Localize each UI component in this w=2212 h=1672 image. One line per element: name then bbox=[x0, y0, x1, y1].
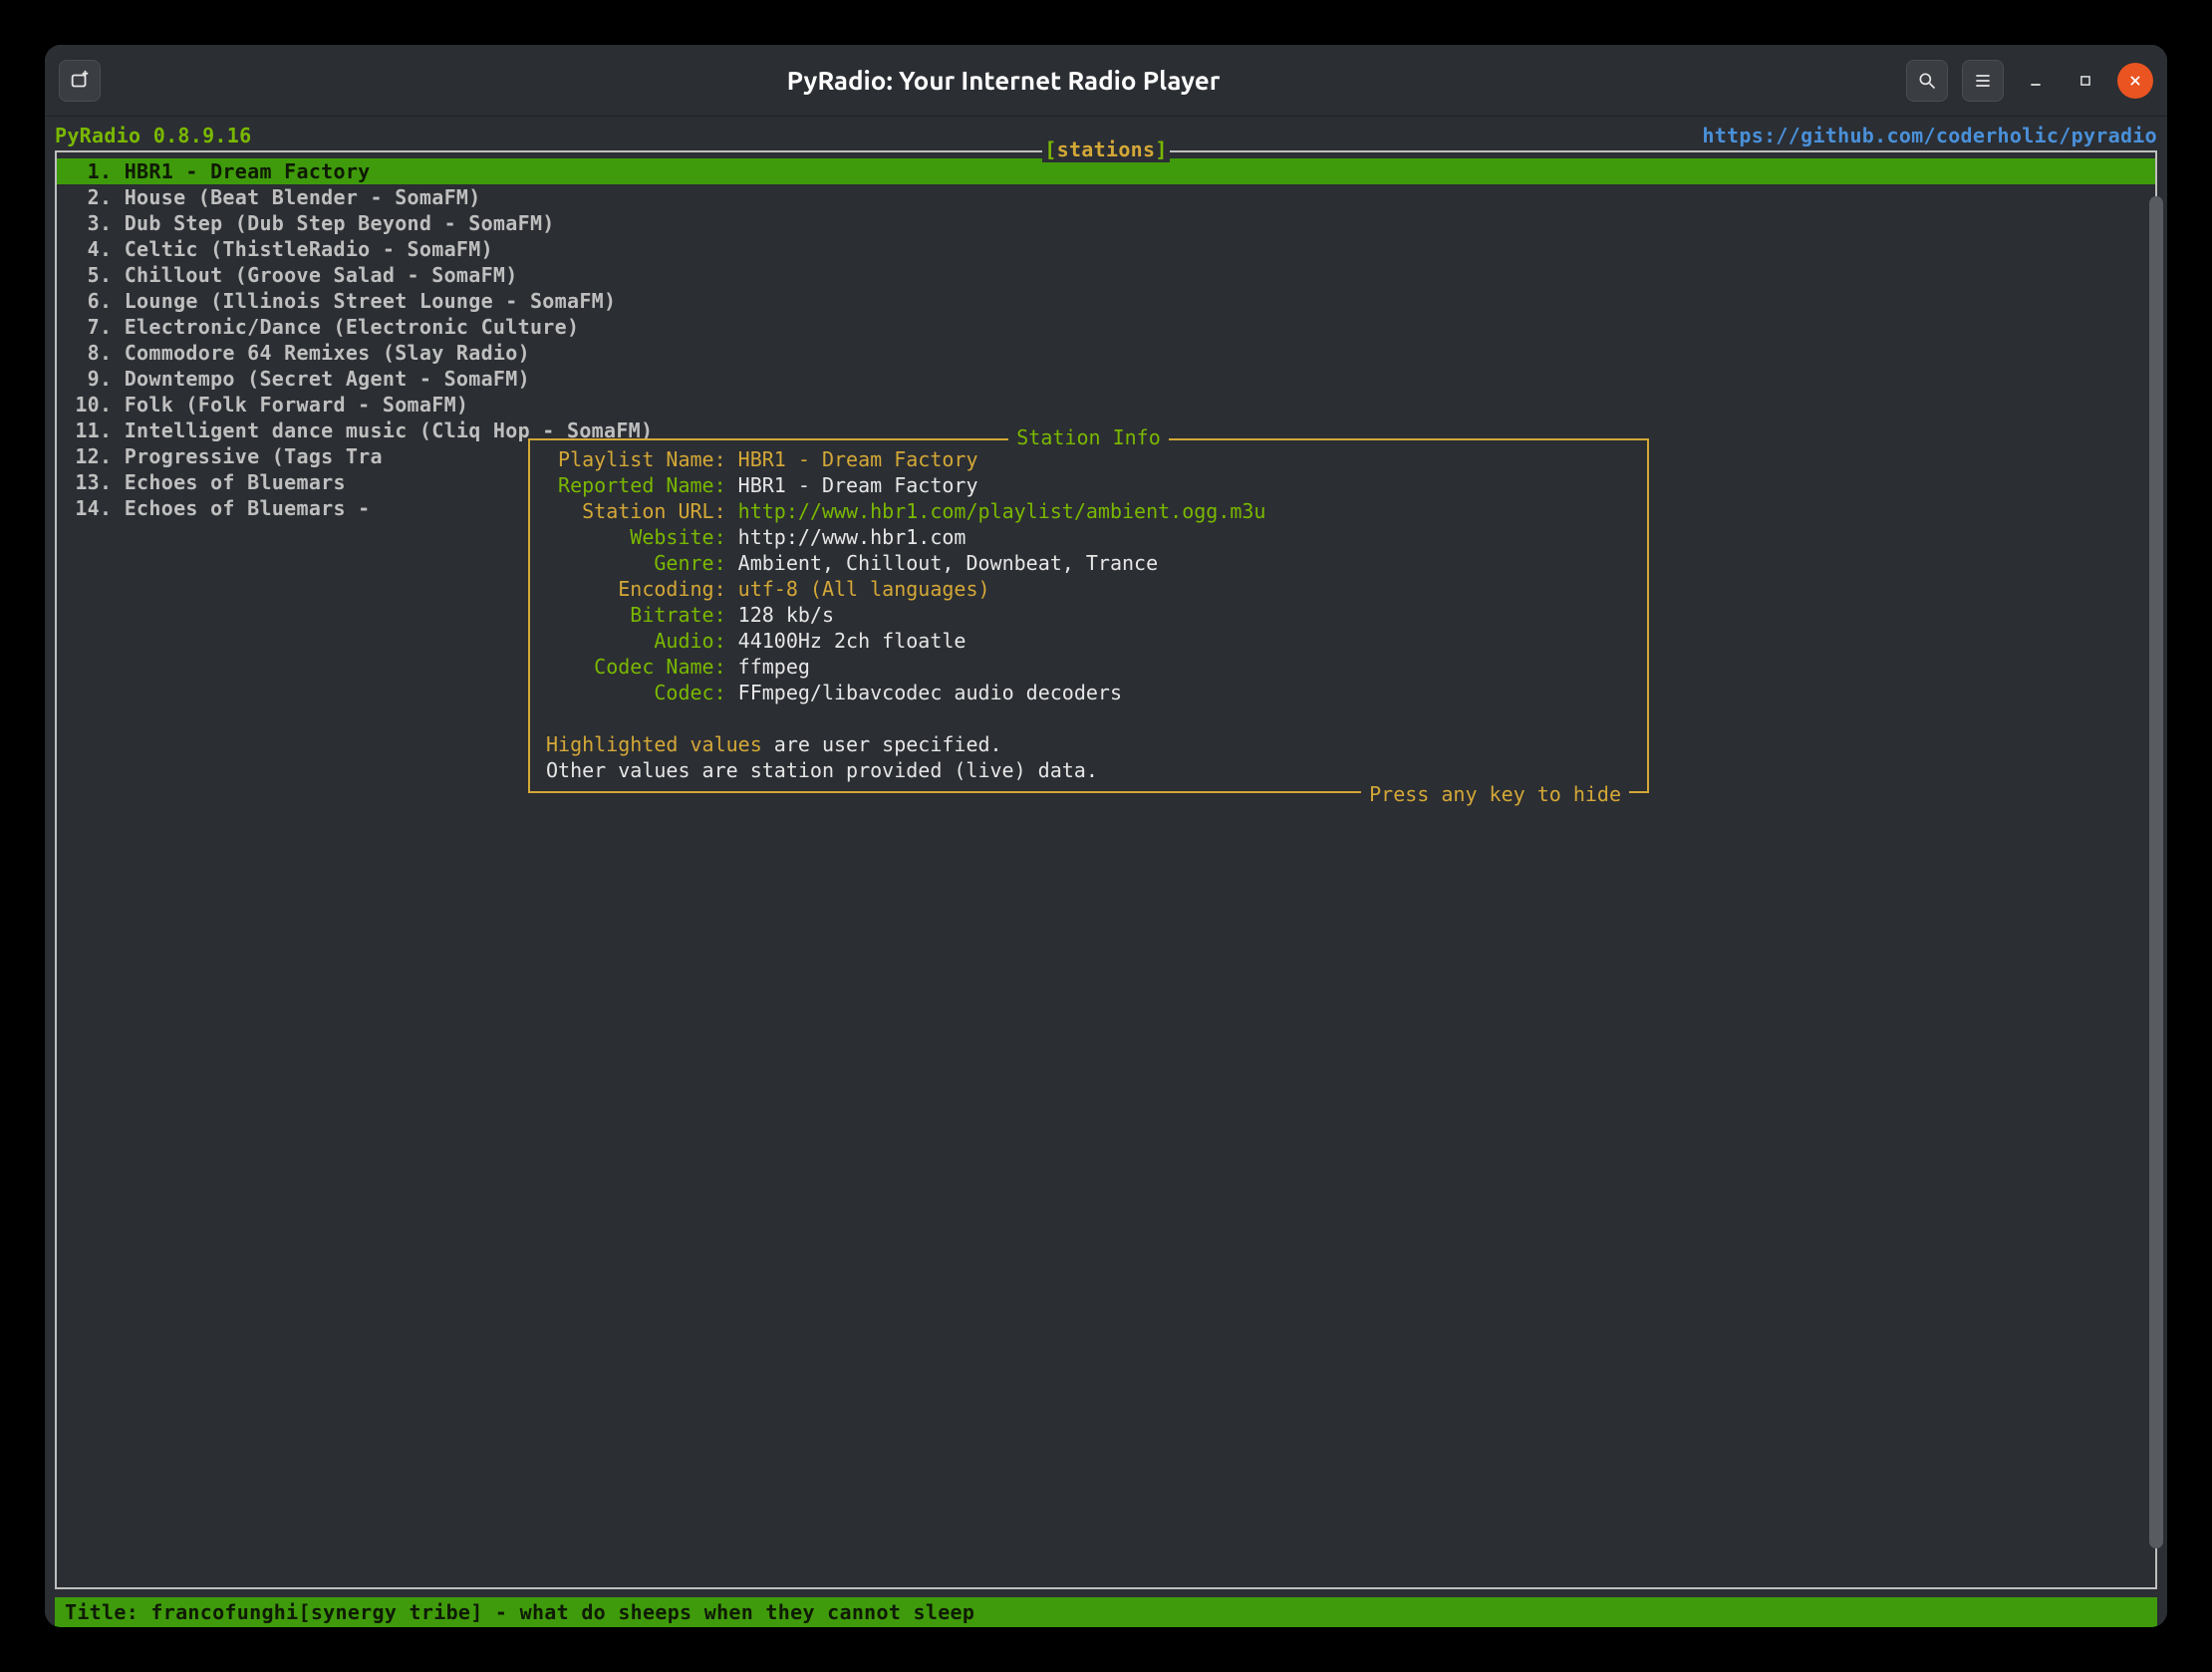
station-row[interactable]: 5. Chillout (Groove Salad - SomaFM) bbox=[57, 262, 2155, 288]
station-row[interactable]: 10. Folk (Folk Forward - SomaFM) bbox=[57, 392, 2155, 418]
info-encoding: utf-8 (All languages) bbox=[738, 577, 990, 601]
info-station-url: http://www.hbr1.com/playlist/ambient.ogg… bbox=[738, 499, 1266, 523]
info-reported-name: HBR1 - Dream Factory bbox=[738, 473, 978, 497]
new-tab-button[interactable] bbox=[59, 60, 101, 102]
titlebar: PyRadio: Your Internet Radio Player bbox=[45, 45, 2167, 117]
project-url: https://github.com/coderholic/pyradio bbox=[1702, 123, 2157, 148]
info-playlist-name: HBR1 - Dream Factory bbox=[738, 447, 978, 471]
info-audio: 44100Hz 2ch floatle bbox=[738, 629, 967, 653]
stations-box: [stations] 1. HBR1 - Dream Factory 2. Ho… bbox=[55, 150, 2157, 1589]
info-bitrate: 128 kb/s bbox=[738, 603, 834, 627]
close-button[interactable] bbox=[2117, 63, 2153, 99]
scrollbar-thumb[interactable] bbox=[2149, 196, 2163, 1548]
station-info-dialog[interactable]: Station Info Playlist Name: HBR1 - Dream… bbox=[528, 438, 1649, 793]
station-row[interactable]: 4. Celtic (ThistleRadio - SomaFM) bbox=[57, 236, 2155, 262]
terminal-body[interactable]: PyRadio 0.8.9.16 https://github.com/code… bbox=[45, 117, 2167, 1627]
minimize-button[interactable] bbox=[2018, 63, 2054, 99]
station-row[interactable]: 9. Downtempo (Secret Agent - SomaFM) bbox=[57, 366, 2155, 392]
header-line: PyRadio 0.8.9.16 https://github.com/code… bbox=[55, 123, 2157, 150]
info-website: http://www.hbr1.com bbox=[738, 525, 967, 549]
station-info-footer: Press any key to hide bbox=[1361, 781, 1629, 807]
station-row[interactable]: 2. House (Beat Blender - SomaFM) bbox=[57, 184, 2155, 210]
search-button[interactable] bbox=[1906, 60, 1948, 102]
station-row[interactable]: 1. HBR1 - Dream Factory bbox=[57, 158, 2155, 184]
window-title: PyRadio: Your Internet Radio Player bbox=[101, 64, 1906, 98]
app-version: PyRadio 0.8.9.16 bbox=[55, 123, 251, 148]
station-row[interactable]: 6. Lounge (Illinois Street Lounge - Soma… bbox=[57, 288, 2155, 314]
station-row[interactable]: 8. Commodore 64 Remixes (Slay Radio) bbox=[57, 340, 2155, 366]
info-codec-name: ffmpeg bbox=[738, 655, 810, 679]
status-bar: Title: francofunghi[synergy tribe] - wha… bbox=[55, 1597, 2157, 1627]
station-row[interactable]: 3. Dub Step (Dub Step Beyond - SomaFM) bbox=[57, 210, 2155, 236]
info-genre: Ambient, Chillout, Downbeat, Trance bbox=[738, 551, 1158, 575]
terminal-window: PyRadio: Your Internet Radio Player bbox=[45, 45, 2167, 1627]
hamburger-menu-button[interactable] bbox=[1962, 60, 2004, 102]
info-codec: FFmpeg/libavcodec audio decoders bbox=[738, 681, 1122, 704]
station-row[interactable]: 7. Electronic/Dance (Electronic Culture) bbox=[57, 314, 2155, 340]
station-info-body: Playlist Name: HBR1 - Dream Factory Repo… bbox=[530, 440, 1647, 791]
maximize-button[interactable] bbox=[2068, 63, 2103, 99]
station-info-title: Station Info bbox=[1016, 425, 1161, 449]
scrollbar[interactable] bbox=[2149, 196, 2163, 1619]
